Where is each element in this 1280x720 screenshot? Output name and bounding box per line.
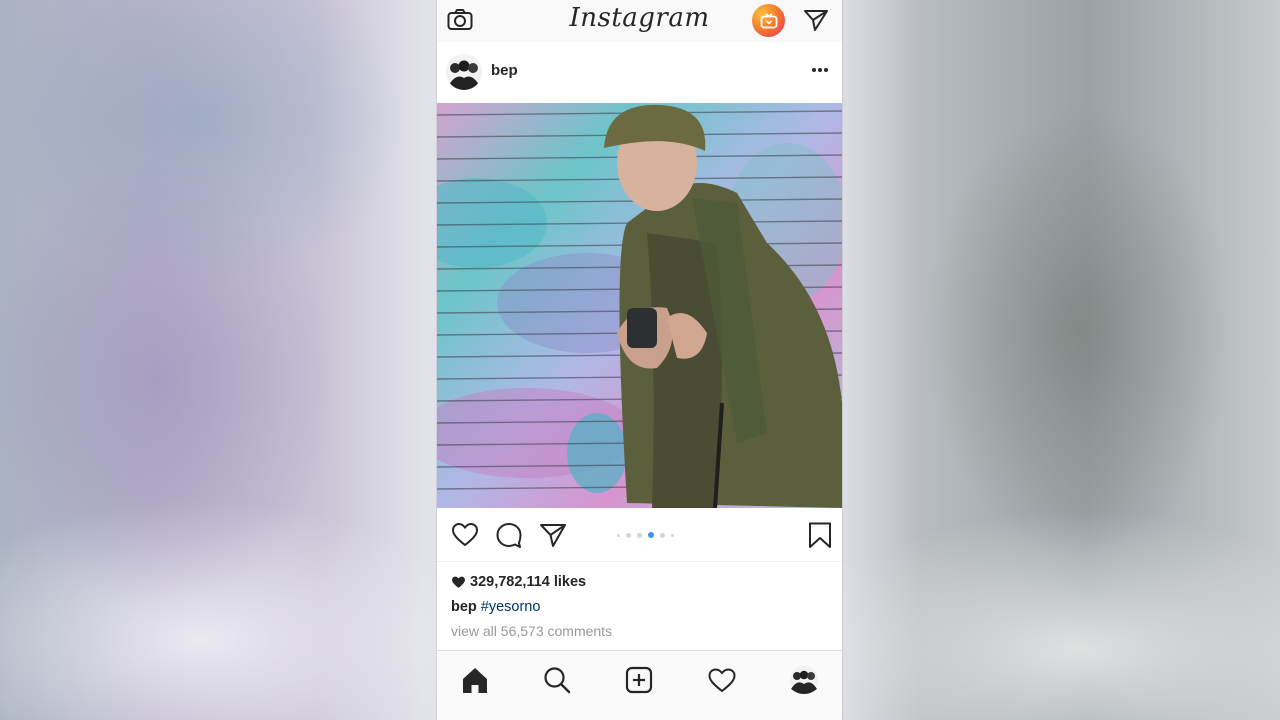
more-options-icon[interactable] <box>809 60 831 80</box>
carousel-dot <box>626 532 631 538</box>
likes-label: 329,782,114 likes <box>470 574 587 590</box>
post-photo <box>437 103 842 508</box>
post-actions <box>437 508 842 562</box>
carousel-dot <box>617 533 620 537</box>
post-header: bep <box>437 42 842 103</box>
view-comments-link[interactable]: view all 56,573 comments <box>451 623 612 639</box>
avatar[interactable] <box>446 54 482 90</box>
home-icon[interactable] <box>460 665 490 695</box>
carousel-indicator <box>617 532 674 538</box>
caption-hashtag[interactable]: #yesorno <box>481 599 541 615</box>
post-caption: bep #yesorno <box>451 599 540 615</box>
heart-icon[interactable] <box>451 521 479 549</box>
carousel-dot <box>660 532 665 538</box>
comment-icon[interactable] <box>495 521 523 549</box>
activity-heart-icon[interactable] <box>707 665 737 695</box>
bottom-nav <box>437 650 842 720</box>
carousel-dot-active <box>648 532 654 538</box>
bookmark-icon[interactable] <box>806 521 834 549</box>
top-bar: Instagram <box>437 0 842 43</box>
search-icon[interactable] <box>542 665 572 695</box>
share-icon[interactable] <box>539 521 567 549</box>
likes-count[interactable]: 329,782,114 likes <box>451 574 586 590</box>
send-icon[interactable] <box>803 8 829 32</box>
filled-heart-icon <box>452 576 465 588</box>
caption-username[interactable]: bep <box>451 599 477 615</box>
instagram-app: Instagram bep 329,782,114 likes bep #yes… <box>437 0 842 720</box>
post-username[interactable]: bep <box>491 62 518 79</box>
carousel-dot <box>671 533 674 537</box>
add-post-icon[interactable] <box>624 665 654 695</box>
igtv-icon[interactable] <box>752 4 785 37</box>
profile-avatar[interactable] <box>789 665 819 695</box>
post-image[interactable] <box>437 103 842 508</box>
carousel-dot <box>637 532 642 538</box>
